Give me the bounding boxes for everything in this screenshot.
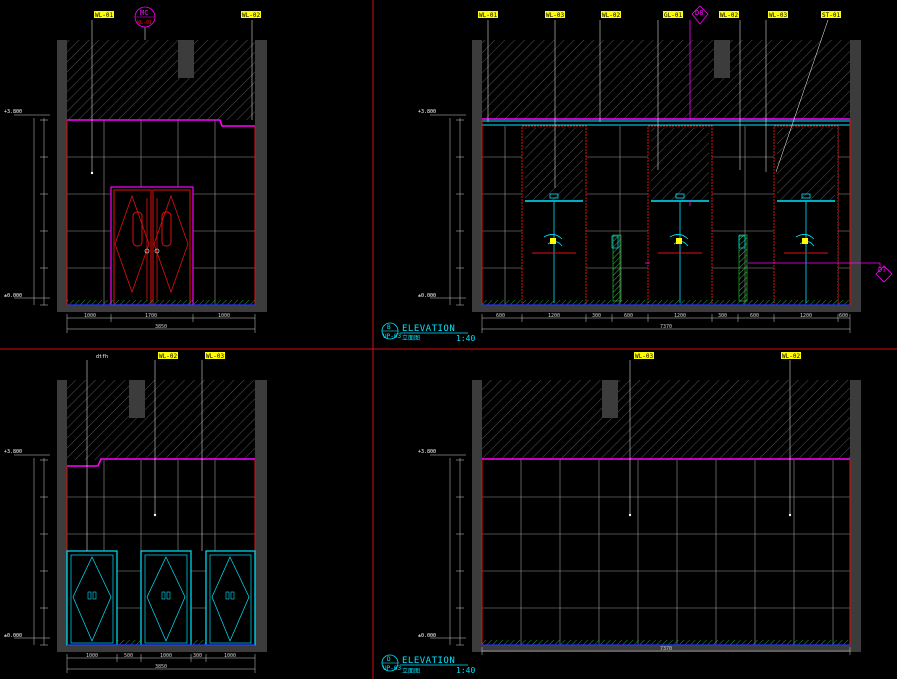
dim-b-5: 1200 bbox=[674, 313, 686, 319]
tag-d-2: WL-02 bbox=[782, 353, 800, 360]
glass-door-1 bbox=[66, 550, 118, 646]
tag-b-6: WL-03 bbox=[769, 12, 787, 19]
dim-b-total: 7370 bbox=[660, 324, 672, 330]
dim-b-8: 1200 bbox=[800, 313, 812, 319]
dim-b-2: 1200 bbox=[548, 313, 560, 319]
title-b-scale: 1:40 bbox=[456, 334, 475, 343]
floor-level-b: ±0.000 bbox=[418, 293, 436, 299]
elevation-b-title: B UP-03 ELEVATION 立面图 1:40 bbox=[381, 322, 475, 343]
marker-mc-sub: WL-01 bbox=[137, 20, 152, 26]
floor-level-d: ±0.000 bbox=[418, 633, 436, 639]
dim-a-1: 1000 bbox=[84, 313, 96, 319]
tag-b-2: WL-03 bbox=[546, 12, 564, 19]
tag-c-1: WL-02 bbox=[159, 353, 177, 360]
cad-drawing: +3.800 ±0.000 1000 1700 1000 3850 WL-01 … bbox=[0, 0, 897, 679]
double-door bbox=[110, 186, 194, 306]
glass-door-2 bbox=[140, 550, 192, 646]
dim-a-total: 3850 bbox=[155, 324, 167, 330]
ceiling-level-b: +3.800 bbox=[418, 109, 436, 115]
dim-b-7: 600 bbox=[750, 313, 759, 319]
cabinet-1 bbox=[521, 125, 587, 306]
tag-a-1: WL-01 bbox=[95, 12, 113, 19]
dim-b-6: 300 bbox=[718, 313, 727, 319]
tag-b-5: WL-02 bbox=[720, 12, 738, 19]
dim-c-total: 3850 bbox=[155, 664, 167, 670]
title-d-scale: 1:40 bbox=[456, 666, 475, 675]
elevation-b: +3.800 ±0.000 600 1200 300 600 1200 300 … bbox=[381, 5, 893, 343]
tag-b-4: GL-01 bbox=[664, 12, 682, 19]
note-c: dtfh bbox=[96, 354, 108, 360]
tag-b-3: WL-02 bbox=[602, 12, 620, 19]
title-d-label: ELEVATION bbox=[402, 656, 455, 666]
title-d-sub: 立面图 bbox=[402, 667, 420, 675]
ceiling-level-d: +3.800 bbox=[418, 449, 436, 455]
dim-b-9: 600 bbox=[839, 313, 848, 319]
marker-d7: D7 bbox=[878, 266, 886, 274]
tag-c-2: WL-03 bbox=[206, 353, 224, 360]
dim-b-1: 600 bbox=[496, 313, 505, 319]
marker-d8: D8 bbox=[695, 9, 703, 17]
cabinet-2 bbox=[647, 125, 713, 306]
cabinet-3 bbox=[773, 125, 839, 306]
title-b-label: ELEVATION bbox=[402, 324, 455, 334]
dim-c-2: 500 bbox=[124, 653, 133, 659]
title-b-ref: UP-03 bbox=[383, 333, 401, 340]
dim-a-2: 1700 bbox=[145, 313, 157, 319]
dim-b-3: 300 bbox=[592, 313, 601, 319]
dim-c-1: 1000 bbox=[86, 653, 98, 659]
floor-level-c: ±0.000 bbox=[4, 633, 22, 639]
elevation-d-title: D UP-03 ELEVATION 立面图 1:40 bbox=[381, 654, 475, 675]
tag-b-7: ST-01 bbox=[822, 12, 840, 19]
title-b-sub: 立面图 bbox=[402, 334, 420, 342]
elevation-a: +3.800 ±0.000 1000 1700 1000 3850 WL-01 … bbox=[4, 6, 267, 333]
ceiling-level-c: +3.800 bbox=[4, 449, 22, 455]
dim-c-4: 300 bbox=[193, 653, 202, 659]
dim-c-3: 1000 bbox=[160, 653, 172, 659]
tag-a-2: WL-02 bbox=[242, 12, 260, 19]
ceiling-level: +3.800 bbox=[4, 109, 22, 115]
elevation-c: +3.800 ±0.000 1000 500 1000 300 1000 385… bbox=[4, 352, 267, 673]
dim-b-4: 600 bbox=[624, 313, 633, 319]
dim-d-total: 7370 bbox=[660, 646, 672, 652]
marker-mc: MC bbox=[140, 9, 148, 17]
tag-b-1: WL-01 bbox=[479, 12, 497, 19]
title-d-letter: D bbox=[387, 656, 391, 663]
dim-c-5: 1000 bbox=[224, 653, 236, 659]
tag-d-1: WL-03 bbox=[635, 353, 653, 360]
elevation-d: +3.800 ±0.000 7370 WL-03 WL-02 D UP-03 E… bbox=[381, 352, 861, 675]
title-d-ref: UP-03 bbox=[383, 665, 401, 672]
title-b-letter: B bbox=[387, 324, 391, 331]
floor-level: ±0.000 bbox=[4, 293, 22, 299]
dim-a-3: 1000 bbox=[218, 313, 230, 319]
glass-door-3 bbox=[205, 550, 256, 646]
